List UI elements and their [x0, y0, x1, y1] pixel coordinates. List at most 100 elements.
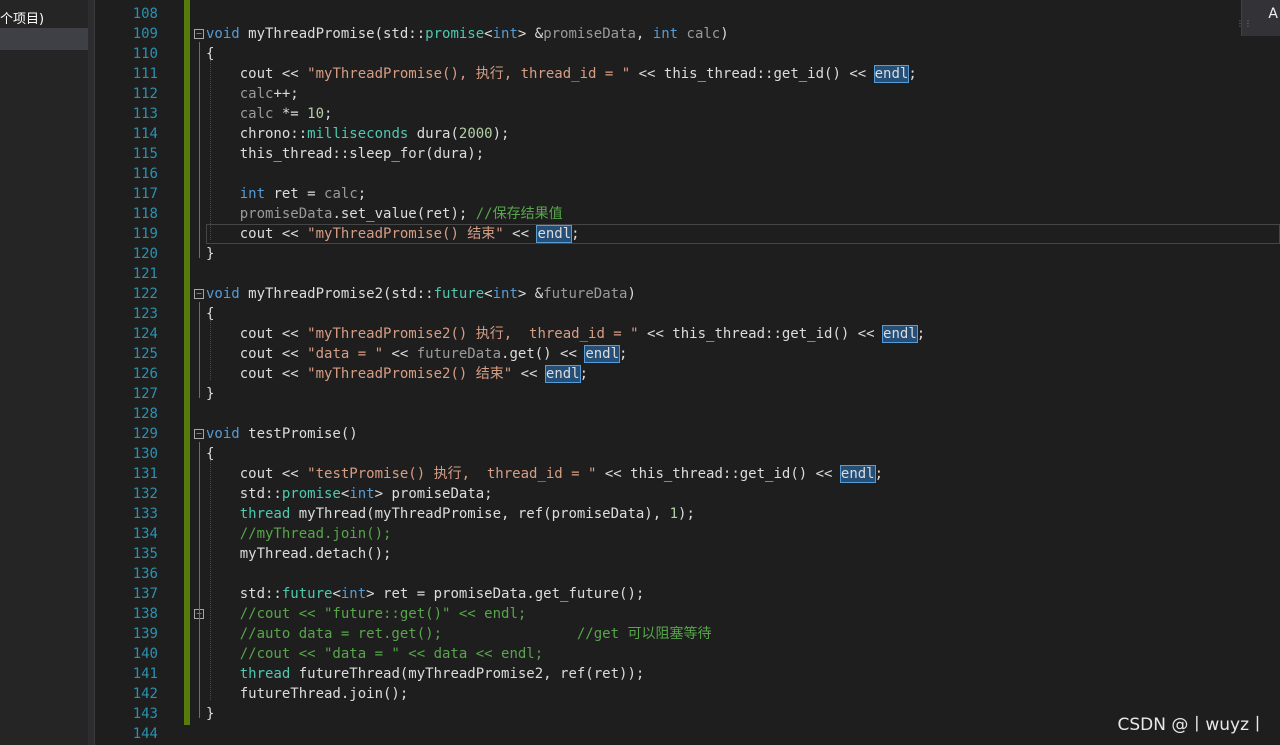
code-token: calc: [686, 26, 721, 42]
code-line[interactable]: 131 cout << "testPromise() 执行, thread_id…: [118, 464, 1280, 484]
code-text: void myThreadPromise2(std::future<int> &…: [206, 284, 636, 304]
code-line[interactable]: 126 cout << "myThreadPromise2() 结束" << e…: [118, 364, 1280, 384]
code-line[interactable]: 116: [118, 164, 1280, 184]
watermark: CSDN @丨wuyz丨: [1117, 715, 1266, 735]
line-number: 141: [132, 666, 158, 682]
code-token: "data = ": [307, 346, 384, 362]
code-line[interactable]: 123{: [118, 304, 1280, 324]
code-line[interactable]: 108: [118, 4, 1280, 24]
code-text: calc++;: [206, 84, 299, 104]
code-text: thread myThread(myThreadPromise, ref(pro…: [206, 504, 695, 524]
code-line[interactable]: 128: [118, 404, 1280, 424]
code-line[interactable]: 135 myThread.detach();: [118, 544, 1280, 564]
code-line[interactable]: 137 std::future<int> ret = promiseData.g…: [118, 584, 1280, 604]
code-line[interactable]: 143}: [118, 704, 1280, 724]
code-text: void myThreadPromise(std::promise<int> &…: [206, 24, 729, 44]
collapse-icon[interactable]: −: [194, 429, 204, 439]
line-number: 134: [132, 526, 158, 542]
indent-guide: [210, 320, 211, 380]
code-token: <: [484, 26, 493, 42]
solution-title[interactable]: 个项目): [0, 8, 88, 27]
line-number: 137: [132, 586, 158, 602]
grip-icon: ⋮⋮: [1236, 19, 1252, 28]
code-token: cout <<: [206, 366, 308, 382]
highlighted-reference: endl: [544, 365, 581, 383]
code-line[interactable]: 139 //auto data = ret.get(); //get 可以阻塞等…: [118, 624, 1280, 644]
code-line[interactable]: 144: [118, 724, 1280, 744]
code-line[interactable]: 121: [118, 264, 1280, 284]
code-token: "testPromise() 执行, thread_id = ": [307, 466, 597, 482]
code-token: ;: [874, 466, 884, 482]
code-editor[interactable]: 108 109− void myThreadPromise(std::promise…: [118, 0, 1280, 745]
collapse-icon[interactable]: −: [194, 29, 204, 39]
code-token: //auto data = ret.get(); //get 可以阻塞等待: [239, 626, 712, 642]
code-token: int: [652, 26, 679, 42]
code-line[interactable]: 120}: [118, 244, 1280, 264]
code-line[interactable]: 114 chrono::milliseconds dura(2000);: [118, 124, 1280, 144]
code-text: myThread.detach();: [206, 544, 392, 564]
code-line[interactable]: 124 cout << "myThreadPromise2() 执行, thre…: [118, 324, 1280, 344]
code-line[interactable]: 134 //myThread.join();: [118, 524, 1280, 544]
code-line[interactable]: 125 cout << "data = " << futureData.get(…: [118, 344, 1280, 364]
code-line[interactable]: 141 thread futureThread(myThreadPromise2…: [118, 664, 1280, 684]
code-token: calc: [239, 106, 274, 122]
code-token: promiseData: [543, 26, 636, 42]
code-token: //cout << "future::get()" << endl;: [239, 606, 527, 622]
code-line[interactable]: 118 promiseData.set_value(ret); //保存结果值: [118, 204, 1280, 224]
code-line[interactable]: 142 futureThread.join();: [118, 684, 1280, 704]
line-number: 131: [132, 466, 158, 482]
code-token: future: [433, 286, 485, 302]
code-line[interactable]: 130{: [118, 444, 1280, 464]
code-line[interactable]: 132 std::promise<int> promiseData;: [118, 484, 1280, 504]
code-token: void: [206, 286, 240, 302]
line-number: 138: [132, 606, 158, 622]
code-token: <<: [503, 226, 538, 242]
code-line[interactable]: 136: [118, 564, 1280, 584]
code-text: thread futureThread(myThreadPromise2, re…: [206, 664, 645, 684]
code-line[interactable]: 140 //cout << "data = " << data << endl;: [118, 644, 1280, 664]
code-line[interactable]: 127}: [118, 384, 1280, 404]
corner-label: A: [1268, 6, 1278, 22]
line-number: 120: [132, 246, 158, 262]
code-line[interactable]: 133 thread myThread(myThreadPromise, ref…: [118, 504, 1280, 524]
code-line[interactable]: 113 calc *= 10;: [118, 104, 1280, 124]
code-line[interactable]: 109− void myThreadPromise(std::promise<in…: [118, 24, 1280, 44]
code-token: > &: [517, 26, 544, 42]
code-text: calc *= 10;: [206, 104, 333, 124]
code-text: cout << "myThreadPromise2() 结束" << endl;: [206, 364, 588, 384]
code-text: promiseData.set_value(ret); //保存结果值: [206, 204, 563, 224]
code-token: futureData: [543, 286, 628, 302]
code-token: ;: [571, 226, 580, 242]
line-number: 126: [132, 366, 158, 382]
line-number: 115: [132, 146, 158, 162]
code-line[interactable]: 119 cout << "myThreadPromise() 结束" << en…: [118, 224, 1280, 244]
collapse-icon[interactable]: −: [194, 289, 204, 299]
code-line[interactable]: 110{: [118, 44, 1280, 64]
code-token: }: [206, 246, 215, 262]
solution-explorer-panel: 个项目): [0, 0, 88, 745]
selected-tree-item[interactable]: [0, 28, 88, 50]
code-token: dura(: [408, 126, 459, 142]
line-number: 109: [132, 26, 158, 42]
code-token: <<: [383, 346, 417, 362]
code-token: calc: [239, 86, 274, 102]
toolbar-corner-panel[interactable]: A: [1241, 0, 1280, 36]
code-text: //cout << "future::get()" << endl;: [206, 604, 527, 624]
code-text: cout << "myThreadPromise2() 执行, thread_i…: [206, 324, 925, 344]
code-line[interactable]: 112 calc++;: [118, 84, 1280, 104]
code-token: int: [239, 186, 266, 202]
code-line[interactable]: 111 cout << "myThreadPromise(), 执行, thre…: [118, 64, 1280, 84]
code-line[interactable]: 122 − void myThreadPromise2(std::future<in…: [118, 284, 1280, 304]
line-number: 127: [132, 386, 158, 402]
code-line[interactable]: 117 int ret = calc;: [118, 184, 1280, 204]
highlighted-reference: endl: [839, 465, 876, 483]
code-line[interactable]: 115 this_thread::sleep_for(dura);: [118, 144, 1280, 164]
code-token: );: [678, 506, 695, 522]
code-line[interactable]: 138− //cout << "future::get()" << endl;: [118, 604, 1280, 624]
line-number: 123: [132, 306, 158, 322]
highlighted-reference: endl: [882, 325, 918, 343]
fold-guide-myThreadPromise2: [199, 302, 200, 398]
code-line[interactable]: 129 − void testPromise(): [118, 424, 1280, 444]
